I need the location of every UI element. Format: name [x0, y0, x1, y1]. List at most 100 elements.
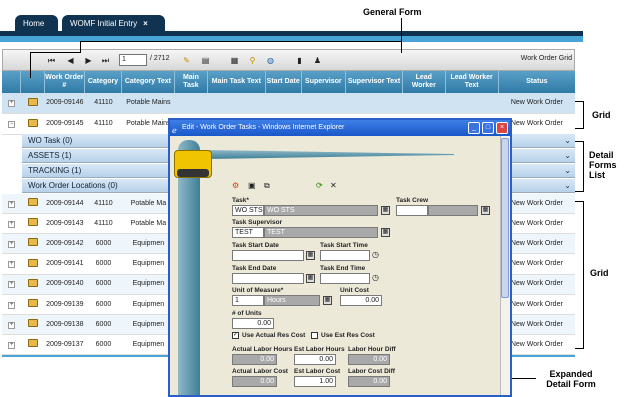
grid-header: Work Order # Category Category Text Main… [2, 71, 575, 93]
copy-icon[interactable]: ⧉ [264, 181, 270, 191]
task-supervisor-input[interactable]: TEST [232, 227, 264, 238]
header-supervisor[interactable]: Supervisor [302, 71, 347, 93]
next-page-icon[interactable]: ▶ [83, 55, 94, 66]
header-main-task-text[interactable]: Main Task Text [208, 71, 266, 93]
task-crew-input[interactable] [396, 205, 428, 216]
tab-home[interactable]: Home [15, 15, 58, 32]
callout-line [401, 18, 402, 53]
folder-icon[interactable] [27, 118, 38, 127]
expand-icon[interactable]: + [8, 100, 16, 107]
task-end-date-input[interactable] [232, 273, 304, 284]
expand-icon[interactable]: + [8, 240, 16, 248]
uom-label: Unit of Measure* [232, 287, 284, 294]
folder-icon[interactable] [27, 299, 38, 307]
edit-icon[interactable]: ✎ [181, 55, 192, 66]
lookup-icon[interactable]: ▦ [381, 228, 390, 237]
header-category[interactable]: Category [85, 71, 122, 93]
header-category-text[interactable]: Category Text [122, 71, 175, 93]
est-cost-label: Est Labor Cost [294, 368, 341, 375]
disk-icon[interactable]: ▣ [248, 181, 256, 190]
expand-icon[interactable]: + [8, 341, 16, 349]
folder-icon[interactable] [27, 258, 38, 267]
header-lead-worker[interactable]: Lead Worker [403, 71, 446, 93]
close-icon[interactable]: × [496, 122, 508, 134]
num-units-input[interactable]: 0.00 [232, 318, 274, 329]
lookup-icon[interactable]: ▦ [381, 206, 390, 215]
chevron-down-icon[interactable]: ⌄ [564, 164, 571, 178]
page-input[interactable]: 1 [119, 54, 147, 66]
header-work-order[interactable]: Work Order # [45, 71, 86, 93]
scrollbar-thumb[interactable] [501, 138, 509, 298]
report-icon[interactable]: ▦ [229, 55, 240, 66]
header-start-date[interactable]: Start Date [266, 71, 302, 93]
collapse-icon[interactable]: − [8, 121, 16, 128]
clock-icon[interactable]: ◷ [372, 273, 379, 282]
est-cost-input[interactable]: 1.00 [294, 376, 336, 387]
calendar-icon[interactable]: ▦ [306, 251, 315, 260]
first-page-icon[interactable]: ⏮ [46, 55, 57, 66]
folder-icon[interactable] [27, 339, 38, 348]
cell-category-text: Equipmen [132, 239, 165, 247]
chevron-down-icon[interactable]: ⌄ [564, 134, 571, 148]
dialog-titlebar: ℯ Edit - Work Order Tasks - Windows Inte… [170, 120, 510, 136]
unit-cost-input[interactable]: 0.00 [340, 295, 382, 306]
expand-icon[interactable]: + [8, 200, 16, 208]
lookup-icon[interactable]: ▦ [323, 296, 332, 305]
refresh-icon[interactable]: ⟳ [316, 181, 323, 190]
cell-category-text: Equipmen [132, 320, 165, 328]
folder-icon[interactable] [27, 97, 38, 106]
task-code-input[interactable]: WO STS [232, 205, 264, 216]
last-page-icon[interactable]: ⏭ [100, 55, 111, 66]
use-est-label: Use Est Res Cost [321, 332, 375, 339]
header-lead-worker-text[interactable]: Lead Worker Text [446, 71, 499, 93]
user-icon[interactable]: ♟ [312, 55, 323, 66]
folder-icon[interactable] [27, 238, 38, 247]
tab-womf-initial-entry[interactable]: WOMF Initial Entry × [62, 15, 165, 32]
est-hours-input[interactable]: 0.00 [294, 354, 336, 365]
folder-icon[interactable] [27, 198, 38, 206]
uom-code-input[interactable]: 1 [232, 295, 264, 306]
cell-category: 6000 [95, 340, 112, 348]
cell-work-order: 2009-09138 [46, 320, 84, 328]
save-icon[interactable]: ⚙ [232, 181, 239, 190]
expand-icon[interactable]: + [8, 281, 16, 289]
minimize-icon[interactable]: _ [468, 122, 480, 134]
clock-icon[interactable]: ◷ [372, 250, 379, 259]
task-end-time-input[interactable] [320, 273, 370, 284]
task-start-date-input[interactable] [232, 250, 304, 261]
uom-name: Hours [264, 295, 320, 306]
delete-icon[interactable]: ▮ [294, 55, 305, 66]
header-main-task[interactable]: Main Task [175, 71, 208, 93]
expand-icon[interactable]: + [8, 220, 16, 228]
header-status[interactable]: Status [499, 71, 575, 93]
cancel-icon[interactable]: ✕ [330, 181, 337, 190]
cell-work-order: 2009-09142 [46, 239, 84, 247]
task-start-time-input[interactable] [320, 250, 370, 261]
cell-work-order: 2009-09137 [46, 340, 84, 348]
expand-icon[interactable]: + [8, 261, 16, 269]
folder-icon[interactable] [27, 319, 38, 328]
prev-page-icon[interactable]: ◀ [65, 55, 76, 66]
num-units-label: # of Units [232, 310, 262, 317]
table-row[interactable]: + 2009-09146 41110 Potable Mains New Wor… [2, 93, 575, 114]
maximize-icon[interactable]: □ [482, 122, 494, 134]
calendar-icon[interactable]: ▦ [306, 274, 315, 283]
filter-icon[interactable]: ⚲ [247, 55, 258, 66]
hours-diff-field: 0.00 [348, 354, 390, 365]
chevron-down-icon[interactable]: ⌄ [564, 149, 571, 163]
folder-icon[interactable] [27, 278, 38, 287]
chevron-down-icon[interactable]: ⌄ [564, 179, 571, 193]
globe-icon[interactable]: ◍ [265, 55, 276, 66]
close-tab-icon[interactable]: × [143, 19, 148, 28]
folder-icon[interactable] [27, 218, 38, 227]
view-icon[interactable]: ▤ [200, 55, 211, 66]
use-est-checkbox[interactable] [311, 332, 318, 339]
expand-icon[interactable]: + [8, 301, 16, 309]
lookup-icon[interactable]: ▦ [481, 206, 490, 215]
task-start-time-label: Task Start Time [320, 242, 368, 249]
header-supervisor-text[interactable]: Supervisor Text [346, 71, 404, 93]
expand-icon[interactable]: + [8, 321, 16, 329]
callout-line [80, 41, 81, 52]
task-label: Task* [232, 197, 249, 204]
use-actual-checkbox[interactable]: ✓ [232, 332, 239, 339]
